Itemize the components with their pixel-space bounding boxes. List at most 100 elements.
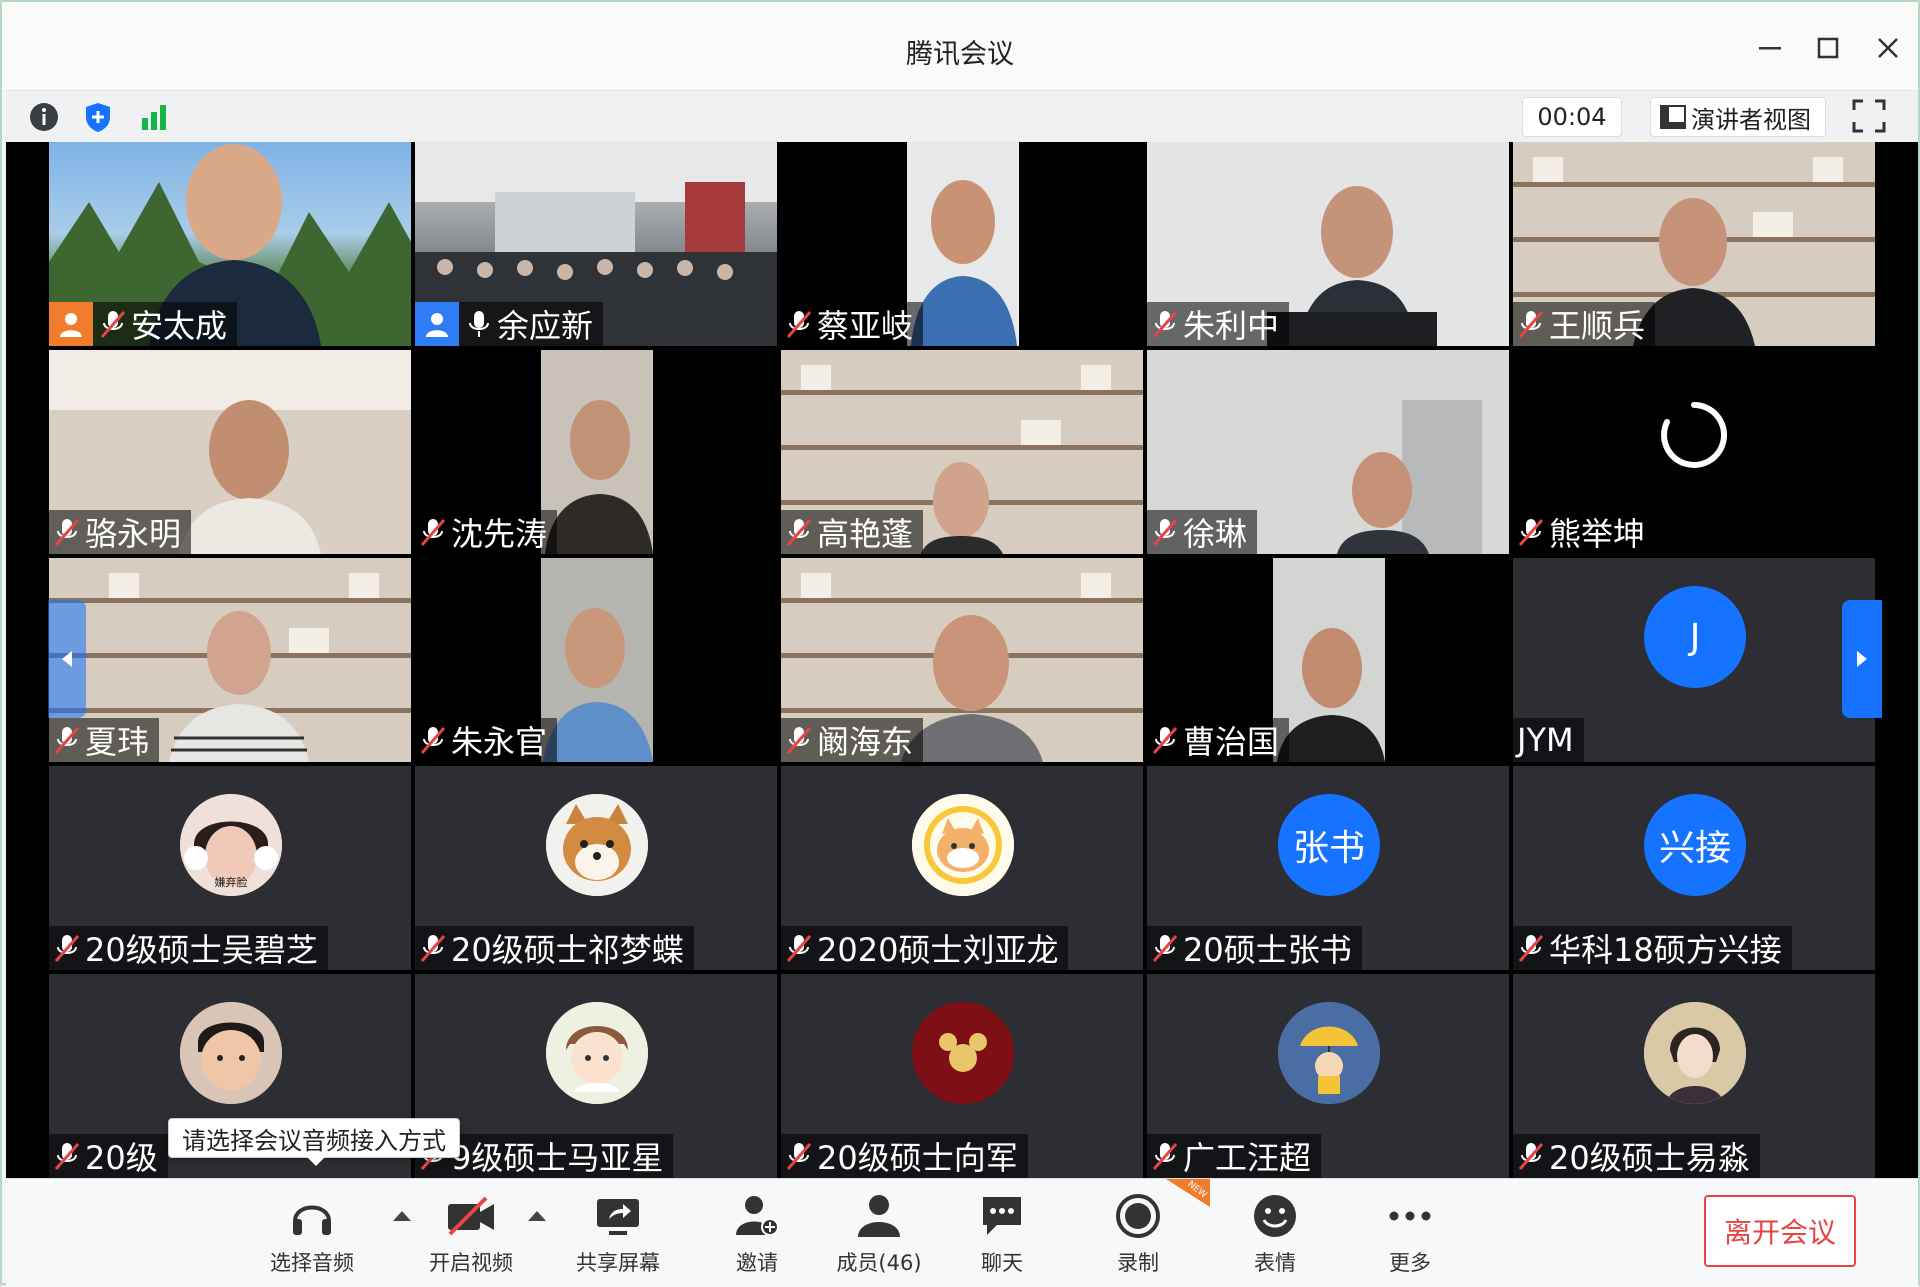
participant-name: 高艳蓬 xyxy=(817,515,914,553)
audio-options-caret[interactable] xyxy=(393,1211,411,1221)
participant-tile[interactable]: 高艳蓬 xyxy=(781,350,1143,554)
start-video-button[interactable]: 开启视频 xyxy=(416,1191,526,1277)
participant-name: 朱利中 xyxy=(1183,307,1280,345)
share-screen-label: 共享屏幕 xyxy=(576,1251,660,1275)
participant-name: 徐琳 xyxy=(1183,515,1248,553)
participant-label: JYM xyxy=(1513,718,1584,762)
security-button[interactable] xyxy=(80,99,116,135)
participant-name: 阚海东 xyxy=(817,723,914,761)
invite-label: 邀请 xyxy=(736,1251,778,1275)
participant-tile[interactable]: 徐琳 xyxy=(1147,350,1509,554)
participant-tile[interactable]: 广工汪超 xyxy=(1147,974,1509,1178)
participant-tile[interactable]: 兴接 华科18硕方兴接 xyxy=(1513,766,1875,970)
participant-label: 华科18硕方兴接 xyxy=(1513,926,1792,970)
participant-tile[interactable]: 安太成 xyxy=(49,142,411,346)
invite-button[interactable]: 邀请 xyxy=(702,1191,812,1277)
emoji-label: 表情 xyxy=(1254,1251,1296,1275)
next-page-button[interactable] xyxy=(1842,600,1882,718)
participant-tile[interactable]: 张书 20硕士张书 xyxy=(1147,766,1509,970)
participant-tile[interactable]: 20级硕士向军 xyxy=(781,974,1143,1178)
participant-tile[interactable]: 余应新 xyxy=(415,142,777,346)
mic-muted-icon xyxy=(1152,1143,1178,1170)
members-button[interactable]: 成员(46) xyxy=(824,1191,934,1277)
mouse-logo-avatar-icon xyxy=(912,1002,1014,1104)
more-dots-icon xyxy=(1389,1211,1431,1221)
participant-tile[interactable]: 9级硕士马亚星 xyxy=(415,974,777,1178)
participant-name: 20级硕士祁梦蝶 xyxy=(451,931,684,969)
participant-label: 熊举坤 xyxy=(1513,510,1656,554)
avatar-caption: 嫌弃脸 xyxy=(215,875,248,889)
user-icon xyxy=(426,313,448,337)
participant-tile[interactable]: 蔡亚岐 xyxy=(781,142,1143,346)
participant-label: 2020硕士刘亚龙 xyxy=(781,926,1069,970)
participant-tile[interactable]: 曹治国 xyxy=(1147,558,1509,762)
avatar: J xyxy=(1644,586,1746,688)
participant-name: 华科18硕方兴接 xyxy=(1549,931,1782,969)
participant-name: 20硕士张书 xyxy=(1183,931,1352,969)
participant-label: 20硕士张书 xyxy=(1147,926,1362,970)
participant-name: 熊举坤 xyxy=(1549,515,1646,553)
members-icon xyxy=(858,1195,900,1237)
participant-name: 9级硕士马亚星 xyxy=(451,1139,664,1177)
participant-label: 沈先涛 xyxy=(415,510,558,554)
previous-page-button[interactable] xyxy=(48,600,86,718)
avatar: 兴接 xyxy=(1644,794,1746,896)
participant-label: 阚海东 xyxy=(781,718,924,762)
participant-tile[interactable]: 熊举坤 xyxy=(1513,350,1875,554)
participant-tile[interactable]: 朱永官 xyxy=(415,558,777,762)
video-options-caret[interactable] xyxy=(528,1211,546,1221)
participant-tile[interactable]: 夏玮 xyxy=(49,558,411,762)
leave-meeting-button[interactable]: 离开会议 xyxy=(1704,1195,1856,1267)
presenter-view-button[interactable]: 演讲者视图 xyxy=(1650,97,1826,137)
participant-tile[interactable]: 王顺兵 xyxy=(1513,142,1875,346)
fullscreen-button[interactable] xyxy=(1852,99,1888,135)
video-off-icon xyxy=(448,1196,494,1236)
close-button[interactable] xyxy=(1870,30,1906,66)
participant-tile[interactable]: J JYM xyxy=(1513,558,1875,762)
participant-label: 20级硕士易淼 xyxy=(1513,1134,1760,1178)
participant-tile[interactable]: 朱利中 xyxy=(1147,142,1509,346)
minimize-button[interactable] xyxy=(1752,30,1788,66)
layout-icon xyxy=(1660,105,1686,129)
emoji-button[interactable]: 表情 xyxy=(1220,1191,1330,1277)
mic-muted-icon xyxy=(786,1143,812,1170)
mic-muted-icon xyxy=(786,519,812,546)
smiley-icon xyxy=(1254,1195,1296,1237)
headset-icon xyxy=(293,1205,331,1235)
mic-muted-icon xyxy=(786,311,812,338)
participant-tile[interactable]: 20级硕士易淼 xyxy=(1513,974,1875,1178)
participant-tile[interactable]: 阚海东 xyxy=(781,558,1143,762)
window-title: 腾讯会议 xyxy=(906,39,1014,70)
participant-tile[interactable]: 沈先涛 xyxy=(415,350,777,554)
cohost-badge xyxy=(415,302,459,346)
meeting-window: 腾讯会议 00:04 演讲者视图 安太成 余应新 蔡亚岐 朱利中 王顺兵 骆永明… xyxy=(0,0,1920,1287)
participant-tile[interactable]: 嫌弃脸 20级硕士吴碧芝 xyxy=(49,766,411,970)
audio-tooltip: 请选择会议音频接入方式 xyxy=(168,1118,460,1166)
participant-name: 安太成 xyxy=(131,307,228,345)
share-screen-button[interactable]: 共享屏幕 xyxy=(563,1191,673,1277)
mic-muted-icon xyxy=(54,1143,80,1170)
chat-button[interactable]: 聊天 xyxy=(947,1191,1057,1277)
mic-muted-icon xyxy=(786,935,812,962)
participant-name: 余应新 xyxy=(497,307,594,345)
more-button[interactable]: 更多 xyxy=(1355,1191,1465,1277)
participant-tile[interactable]: 2020硕士刘亚龙 xyxy=(781,766,1143,970)
participant-tile[interactable]: 20级硕士祁梦蝶 xyxy=(415,766,777,970)
select-audio-button[interactable]: 选择音频 xyxy=(257,1191,367,1277)
avatar xyxy=(1278,1002,1380,1104)
participant-tile[interactable]: 骆永明 xyxy=(49,350,411,554)
participant-name: 夏玮 xyxy=(85,723,150,761)
cartoon-cat-avatar-icon xyxy=(912,794,1014,896)
loading-spinner-icon xyxy=(1661,402,1727,468)
participant-name: 20级 xyxy=(85,1139,158,1177)
avatar: 张书 xyxy=(1278,794,1380,896)
network-signal-button[interactable] xyxy=(136,99,172,135)
meeting-info-button[interactable] xyxy=(26,99,62,135)
chevron-left-icon xyxy=(62,651,72,667)
participant-name: 2020硕士刘亚龙 xyxy=(817,931,1059,969)
mic-on-icon xyxy=(469,311,489,337)
mic-muted-icon xyxy=(420,935,446,962)
maximize-button[interactable] xyxy=(1810,30,1846,66)
avatar xyxy=(912,1002,1014,1104)
signal-bars-icon xyxy=(142,105,166,130)
